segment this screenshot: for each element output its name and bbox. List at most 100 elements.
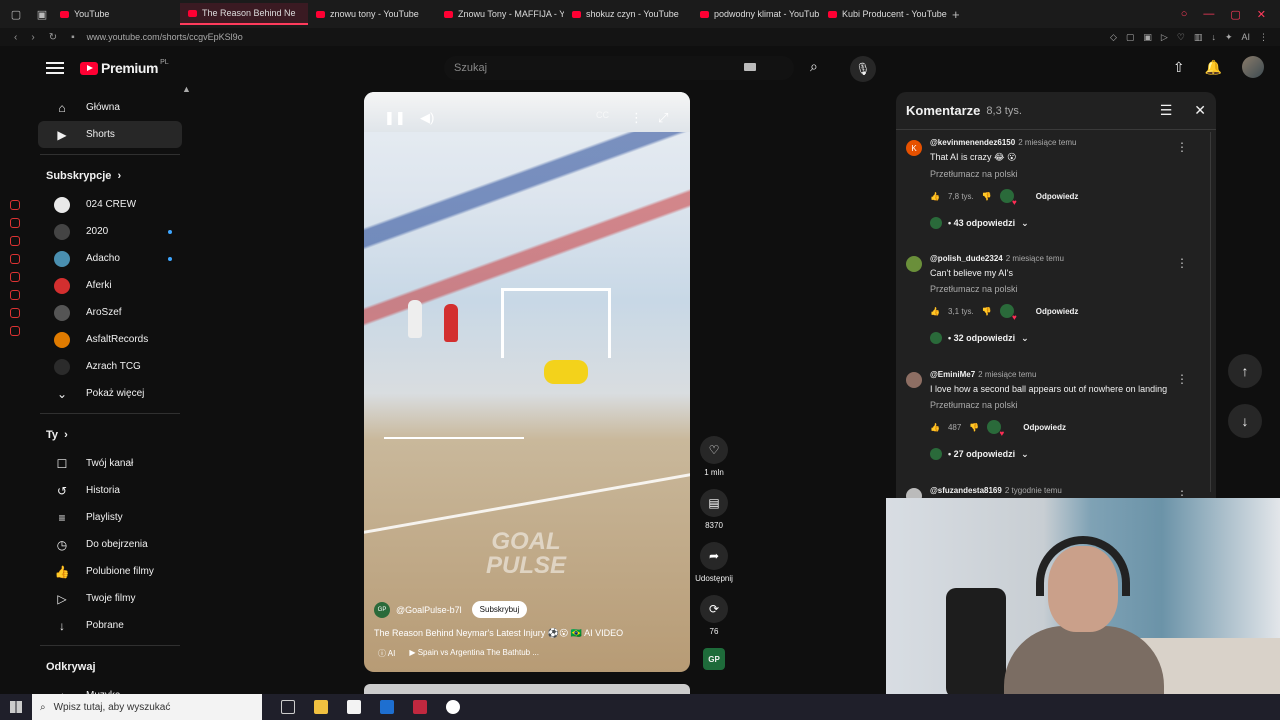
sidebar-item-adacho[interactable]: Adacho (38, 245, 182, 272)
comment-more-icon[interactable]: ⋮ (1176, 372, 1188, 386)
play-icon[interactable]: ▷ (1161, 32, 1168, 43)
comments-button[interactable]: ▤ (700, 489, 728, 517)
like-icon[interactable]: 👍 (930, 307, 940, 316)
shield-icon[interactable]: ▣ (1143, 32, 1152, 43)
browser-tab[interactable]: Znowu Tony - MAFFIJA - Y (436, 3, 564, 25)
comment-timestamp[interactable]: 2 miesiące temu (978, 370, 1036, 379)
avatar[interactable] (906, 372, 922, 388)
bell-icon[interactable]: 🔔 (1205, 59, 1222, 76)
sidebar-item-asfaltrecords[interactable]: AsfaltRecords (38, 326, 182, 353)
you-heading[interactable]: Ty › (30, 420, 190, 450)
related-video-link[interactable]: ▶ Spain vs Argentina The Bathtub ... (409, 648, 539, 659)
avatar[interactable] (906, 256, 922, 272)
youtube-logo[interactable]: Premium PL (80, 59, 169, 76)
reply-button[interactable]: Odpowiedz (1036, 192, 1079, 201)
pause-icon[interactable]: ❚❚ (384, 110, 406, 126)
rail-app-icon[interactable] (10, 308, 20, 318)
comment-more-icon[interactable]: ⋮ (1176, 256, 1188, 270)
ai-tag[interactable]: ⓘ AI (378, 648, 395, 659)
browser-tab[interactable]: shokuz czyn - YouTube (564, 3, 692, 25)
translate-link[interactable]: Przetłumacz na polski (930, 400, 1206, 410)
rail-app-icon[interactable] (10, 218, 20, 228)
sidebar-item-2020[interactable]: 2020 (38, 218, 182, 245)
captions-icon[interactable]: CC (596, 110, 609, 120)
view-replies-button[interactable]: • 27 odpowiedzi ⌄ (930, 448, 1206, 460)
minimize-icon[interactable]: — (1203, 8, 1214, 21)
ai-button[interactable]: AI (1241, 32, 1250, 43)
shorts-video-player[interactable]: ❚❚ ◀) CC ⋮ ⤢ GOAL PULSE GP @GoalPulse-b7… (364, 92, 690, 672)
sidebar-item-twój-kanał[interactable]: ☐ Twój kanał (38, 450, 182, 477)
channel-thumbnail[interactable]: GP (703, 648, 725, 670)
comment-more-icon[interactable]: ⋮ (1176, 140, 1188, 154)
snapshot-icon[interactable]: ▢ (1126, 32, 1135, 43)
chevron-up-icon[interactable]: ▲ (182, 84, 191, 94)
subscriptions-heading[interactable]: Subskrypcje › (30, 161, 190, 191)
sidebar-item-historia[interactable]: ↺ Historia (38, 477, 182, 504)
channel-avatar[interactable]: GP (374, 601, 390, 618)
rail-app-icon[interactable] (10, 200, 20, 210)
file-explorer-icon[interactable] (314, 700, 328, 714)
browser-tab[interactable]: The Reason Behind Ne (180, 3, 308, 25)
comment-timestamp[interactable]: 2 miesiące temu (1006, 254, 1064, 263)
rail-app-icon[interactable] (10, 290, 20, 300)
volume-icon[interactable]: ◀) (420, 110, 434, 126)
translate-link[interactable]: Przetłumacz na polski (930, 284, 1206, 294)
close-window-icon[interactable]: ✕ (1257, 8, 1266, 21)
sidebar-item-główna[interactable]: ⌂ Główna (38, 94, 182, 121)
more-options-icon[interactable]: ⋮ (630, 110, 643, 126)
comment-author[interactable]: @kevinmenendez6150 2 miesiące temu (930, 138, 1206, 147)
sidebar-item-do-obejrzenia[interactable]: ◷ Do obejrzenia (38, 531, 182, 558)
forward-icon[interactable]: › (31, 32, 34, 43)
sidebar-item-aroszef[interactable]: AroSzef (38, 299, 182, 326)
reply-button[interactable]: Odpowiedz (1036, 307, 1079, 316)
remix-button[interactable]: ⟳ (700, 595, 728, 623)
calculator-icon[interactable] (347, 700, 361, 714)
reload-icon[interactable]: ↻ (49, 32, 57, 43)
comment-author[interactable]: @sfuzandesta8169 2 tygodnie temu (930, 486, 1206, 495)
sidebar-item-playlisty[interactable]: ≡ Playlisty (38, 504, 182, 531)
dislike-icon[interactable]: 👎 (982, 307, 992, 316)
sidebar-item-aferki[interactable]: Aferki (38, 272, 182, 299)
heart-icon[interactable]: ♡ (1177, 32, 1185, 43)
chrome-icon[interactable] (446, 700, 460, 714)
maximize-icon[interactable]: ▢ (1230, 8, 1240, 21)
next-video-preview[interactable] (364, 684, 690, 694)
microphone-icon[interactable]: 🎙 (850, 56, 876, 82)
sidebar-item-azrach-tcg[interactable]: Azrach TCG (38, 353, 182, 380)
search-tabs-icon[interactable]: ○ (1181, 8, 1188, 21)
browser-tab[interactable]: Kubi Producent - YouTube (820, 3, 948, 25)
browser-tab[interactable]: znowu tony - YouTube (308, 3, 436, 25)
like-button[interactable]: ♡ (700, 436, 728, 464)
comment-author[interactable]: @polish_dude2324 2 miesiące temu (930, 254, 1206, 263)
next-short-button[interactable]: ↓ (1228, 404, 1262, 438)
dislike-icon[interactable]: 👎 (969, 423, 979, 432)
rail-app-icon[interactable] (10, 236, 20, 246)
taskbar-search-input[interactable]: ⌕ Wpisz tutaj, aby wyszukać (32, 694, 262, 720)
translate-link[interactable]: Przetłumacz na polski (930, 169, 1206, 179)
search-input[interactable]: Szukaj (444, 56, 794, 80)
reply-button[interactable]: Odpowiedz (1023, 423, 1066, 432)
sidebar-item-shorts[interactable]: ▶ Shorts (38, 121, 182, 148)
channel-name[interactable]: @GoalPulse-b7l (396, 605, 462, 615)
new-tab-button[interactable]: + (952, 7, 960, 22)
like-icon[interactable]: 👍 (930, 423, 940, 432)
avatar[interactable] (1242, 56, 1264, 78)
like-icon[interactable]: 👍 (930, 192, 940, 201)
avatar[interactable]: K (906, 140, 922, 156)
comment-author[interactable]: @EminiMe7 2 miesiące temu (930, 370, 1206, 379)
share-button[interactable]: ➦ (700, 542, 728, 570)
sort-icon[interactable]: ☰ (1160, 102, 1173, 119)
browser-tab[interactable]: podwodny klimat - YouTub (692, 3, 820, 25)
comment-timestamp[interactable]: 2 tygodnie temu (1005, 486, 1062, 495)
download-icon[interactable]: ↓ (1211, 32, 1216, 43)
bookmark-icon[interactable]: ◇ (1110, 32, 1117, 43)
menu-hamburger-icon[interactable] (46, 62, 64, 74)
upload-icon[interactable]: ⇧ (1173, 59, 1185, 76)
comments-scrollbar[interactable] (1210, 132, 1214, 492)
comment-more-icon[interactable]: ⋮ (1176, 488, 1188, 498)
rail-app-icon[interactable] (10, 326, 20, 336)
task-view-icon[interactable] (281, 700, 295, 714)
rail-app-icon[interactable] (10, 254, 20, 264)
browser-sidebar-icon[interactable]: ▢ (6, 4, 26, 24)
previous-short-button[interactable]: ↑ (1228, 354, 1262, 388)
